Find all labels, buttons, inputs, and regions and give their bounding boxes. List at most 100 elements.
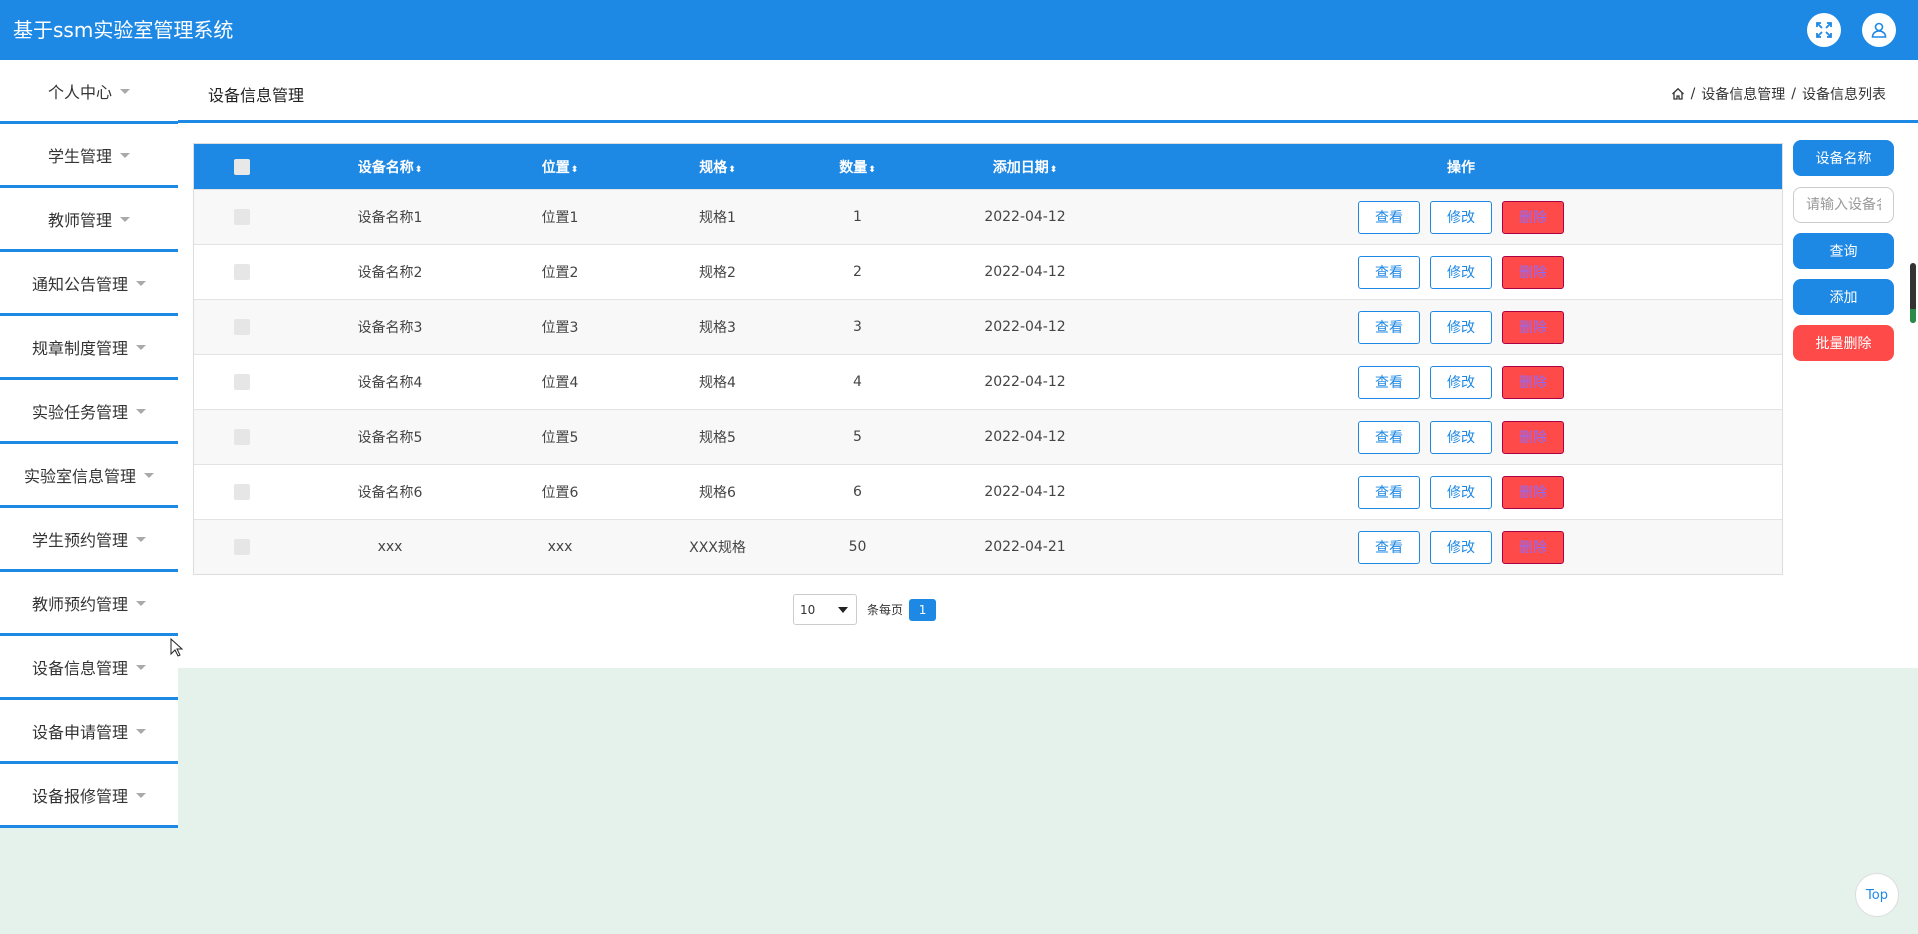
- cell-location: 位置2: [541, 265, 579, 281]
- table-row: xxx xxx XXX规格 50 2022-04-21 查看 修改 删除: [194, 519, 1782, 574]
- row-checkbox[interactable]: [234, 539, 250, 555]
- page-button-current[interactable]: 1: [909, 598, 937, 621]
- col-header-spec[interactable]: 规格⬍: [630, 157, 805, 177]
- sidebar-item-label: 设备申请管理: [31, 722, 128, 742]
- sidebar-item-equipment-repair[interactable]: 设备报修管理: [0, 764, 178, 828]
- home-icon[interactable]: [1671, 87, 1685, 101]
- search-field-label-button[interactable]: 设备名称: [1793, 140, 1894, 176]
- cell-quantity: 2: [853, 264, 862, 280]
- cell-date: 2022-04-12: [984, 484, 1066, 500]
- fullscreen-icon[interactable]: [1807, 13, 1841, 47]
- cell-quantity: 3: [853, 319, 862, 335]
- cell-location: 位置4: [541, 375, 579, 391]
- edit-button[interactable]: 修改: [1430, 420, 1492, 454]
- sidebar-item-teacher-booking[interactable]: 教师预约管理: [0, 572, 178, 636]
- col-header-location[interactable]: 位置⬍: [490, 157, 630, 177]
- sidebar-item-label: 实验室信息管理: [23, 466, 136, 486]
- sidebar-item-equipment-info[interactable]: 设备信息管理: [0, 636, 178, 700]
- add-button[interactable]: 添加: [1793, 279, 1894, 315]
- sidebar-item-lab-info-management[interactable]: 实验室信息管理: [0, 444, 178, 508]
- select-all-checkbox[interactable]: [234, 158, 250, 175]
- edit-button[interactable]: 修改: [1430, 365, 1492, 399]
- view-button[interactable]: 查看: [1358, 365, 1420, 399]
- sidebar-item-label: 教师预约管理: [31, 594, 128, 614]
- delete-button[interactable]: 删除: [1502, 365, 1564, 399]
- delete-button[interactable]: 删除: [1502, 530, 1564, 564]
- col-header-quantity[interactable]: 数量⬍: [805, 157, 910, 177]
- breadcrumb-level2: 设备信息列表: [1802, 87, 1886, 103]
- cell-spec: 规格2: [699, 265, 736, 281]
- table-row: 设备名称6 位置6 规格6 6 2022-04-12 查看 修改 删除: [194, 464, 1782, 519]
- sidebar-item-task-management[interactable]: 实验任务管理: [0, 380, 178, 444]
- table-row: 设备名称2 位置2 规格2 2 2022-04-12 查看 修改 删除: [194, 244, 1782, 299]
- delete-button[interactable]: 删除: [1502, 200, 1564, 234]
- row-checkbox[interactable]: [234, 264, 250, 280]
- col-header-date[interactable]: 添加日期⬍: [910, 157, 1140, 177]
- sidebar-item-student-management[interactable]: 学生管理: [0, 124, 178, 188]
- cell-quantity: 5: [853, 429, 862, 445]
- edit-button[interactable]: 修改: [1430, 530, 1492, 564]
- back-to-top-button[interactable]: Top: [1855, 873, 1899, 917]
- cell-quantity: 6: [853, 484, 862, 500]
- top-header: 基于ssm实验室管理系统: [0, 0, 1918, 60]
- cell-quantity: 50: [848, 539, 867, 555]
- row-checkbox[interactable]: [234, 319, 250, 335]
- cell-date: 2022-04-12: [984, 319, 1066, 335]
- cell-location: 位置5: [541, 430, 579, 446]
- breadcrumb: / 设备信息管理 / 设备信息列表: [1671, 84, 1886, 104]
- equipment-table: 设备名称⬍ 位置⬍ 规格⬍ 数量⬍ 添加日期⬍ 操作 设备名称1 位置1 规格1…: [193, 143, 1783, 575]
- cell-spec: 规格6: [699, 485, 736, 501]
- view-button[interactable]: 查看: [1358, 255, 1420, 289]
- delete-button[interactable]: 删除: [1502, 310, 1564, 344]
- caret-down-icon: [136, 280, 146, 286]
- view-button[interactable]: 查看: [1358, 310, 1420, 344]
- edit-button[interactable]: 修改: [1430, 200, 1492, 234]
- delete-button[interactable]: 删除: [1502, 475, 1564, 509]
- sidebar-item-label: 设备报修管理: [31, 786, 128, 806]
- user-icon[interactable]: [1862, 13, 1896, 47]
- breadcrumb-level1[interactable]: 设备信息管理: [1701, 84, 1785, 104]
- search-input[interactable]: [1793, 187, 1894, 223]
- caret-down-icon: [136, 344, 146, 350]
- row-checkbox[interactable]: [234, 374, 250, 390]
- view-button[interactable]: 查看: [1358, 530, 1420, 564]
- row-checkbox[interactable]: [234, 209, 250, 225]
- view-button[interactable]: 查看: [1358, 420, 1420, 454]
- sidebar-item-notice-management[interactable]: 通知公告管理: [0, 252, 178, 316]
- edit-button[interactable]: 修改: [1430, 310, 1492, 344]
- delete-button[interactable]: 删除: [1502, 420, 1564, 454]
- edit-button[interactable]: 修改: [1430, 475, 1492, 509]
- view-button[interactable]: 查看: [1358, 200, 1420, 234]
- page-size-select[interactable]: 10: [793, 594, 857, 625]
- breadcrumb-sep: /: [1690, 86, 1696, 102]
- caret-down-icon: [120, 216, 130, 222]
- page-size-value: 10: [800, 602, 816, 617]
- sidebar-item-label: 教师管理: [47, 210, 112, 230]
- delete-button[interactable]: 删除: [1502, 255, 1564, 289]
- sidebar-item-teacher-management[interactable]: 教师管理: [0, 188, 178, 252]
- sidebar-item-rules-management[interactable]: 规章制度管理: [0, 316, 178, 380]
- sidebar-item-equipment-request[interactable]: 设备申请管理: [0, 700, 178, 764]
- query-button[interactable]: 查询: [1793, 233, 1894, 269]
- row-checkbox[interactable]: [234, 484, 250, 500]
- sidebar: 个人中心 学生管理 教师管理 通知公告管理 规章制度管理 实验任务管理 实验室信…: [0, 60, 178, 828]
- view-button[interactable]: 查看: [1358, 475, 1420, 509]
- row-checkbox[interactable]: [234, 429, 250, 445]
- cell-spec: 规格1: [699, 210, 736, 226]
- caret-down-icon: [136, 664, 146, 670]
- scrollbar[interactable]: [1910, 263, 1916, 323]
- cell-name: 设备名称4: [357, 375, 423, 391]
- batch-delete-button[interactable]: 批量删除: [1793, 325, 1894, 361]
- caret-down-icon: [136, 792, 146, 798]
- col-header-name[interactable]: 设备名称⬍: [290, 157, 490, 177]
- cell-name: 设备名称2: [357, 265, 423, 281]
- cell-quantity: 1: [853, 209, 862, 225]
- table-row: 设备名称1 位置1 规格1 1 2022-04-12 查看 修改 删除: [194, 189, 1782, 244]
- cell-name: 设备名称1: [357, 210, 423, 226]
- cell-name: 设备名称6: [357, 485, 423, 501]
- table-row: 设备名称4 位置4 规格4 4 2022-04-12 查看 修改 删除: [194, 354, 1782, 409]
- sidebar-item-student-booking[interactable]: 学生预约管理: [0, 508, 178, 572]
- sidebar-item-label: 学生预约管理: [31, 530, 128, 550]
- edit-button[interactable]: 修改: [1430, 255, 1492, 289]
- sidebar-item-personal-center[interactable]: 个人中心: [0, 60, 178, 124]
